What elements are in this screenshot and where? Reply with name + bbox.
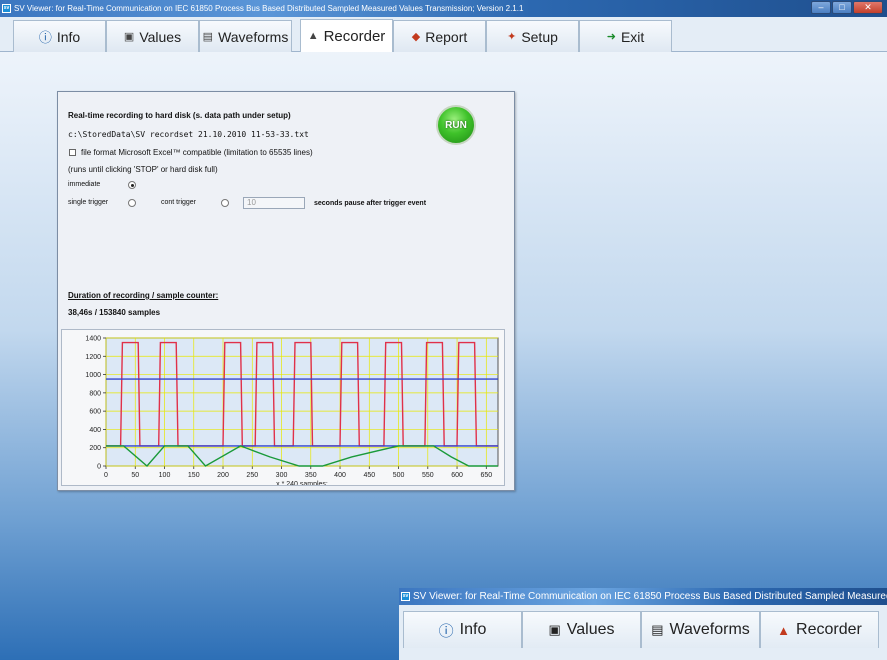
tab-label: Values: [139, 28, 182, 45]
immediate-label: immediate: [68, 181, 101, 188]
tab-info[interactable]: ⓘ Info: [13, 20, 106, 52]
tab-label: Info: [56, 28, 81, 45]
single-trigger-label: single trigger: [68, 199, 109, 206]
second-window-title: SV Viewer: for Real-Time Communication o…: [413, 591, 887, 602]
y-tick-label: 0: [97, 464, 101, 471]
recorder-icon: ▲: [777, 622, 791, 638]
y-tick-label: 200: [89, 445, 101, 452]
x-tick-label: 250: [246, 472, 258, 479]
recorder-icon: ▲: [307, 30, 319, 42]
recorder-heading: Real-time recording to hard disk (s. dat…: [68, 111, 291, 120]
x-tick-label: 400: [334, 472, 346, 479]
window-controls: – □ ✕: [811, 1, 883, 14]
duration-value: 38,46s / 153840 samples: [68, 308, 161, 317]
tab-recorder[interactable]: ▲ Recorder: [300, 19, 393, 52]
stop-note: (runs until clicking 'STOP' or hard disk…: [68, 165, 218, 174]
values-icon: ▣: [123, 31, 135, 43]
x-tick-label: 50: [131, 472, 139, 479]
second-window-tab-bar: ⓘ Info ▣ Values ▤ Waveforms ▲ Recorder: [399, 605, 887, 660]
tab-waveforms[interactable]: ▤ Waveforms: [199, 20, 292, 52]
tab-label: Exit: [620, 28, 645, 45]
second-window: sv SV Viewer: for Real-Time Communicatio…: [399, 588, 887, 660]
x-tick-label: 200: [217, 472, 229, 479]
info-icon: ⓘ: [38, 30, 52, 45]
x-tick-label: 300: [276, 472, 288, 479]
tab-label: Recorder: [796, 621, 862, 638]
run-button[interactable]: RUN: [436, 105, 476, 145]
waveforms-icon: ▤: [651, 622, 664, 637]
x-tick-label: 450: [363, 472, 375, 479]
excel-format-label: file format Microsoft Excel™ compatible …: [81, 148, 313, 157]
maximize-button[interactable]: □: [832, 1, 852, 14]
duration-heading: Duration of recording / sample counter:: [68, 291, 219, 300]
tab-info[interactable]: ⓘ Info: [403, 611, 522, 648]
close-button[interactable]: ✕: [853, 1, 883, 14]
y-tick-label: 1400: [85, 336, 101, 343]
minimize-button[interactable]: –: [811, 1, 831, 14]
tab-label: Values: [566, 621, 615, 638]
tab-label: Setup: [521, 28, 558, 45]
x-tick-label: 350: [305, 472, 317, 479]
x-tick-label: 150: [188, 472, 200, 479]
pause-seconds-input[interactable]: 10: [243, 197, 305, 209]
tab-report[interactable]: ◆ Report: [393, 20, 486, 52]
recording-chart-frame: 0 50 100 150 200 250 300 350 400 450 500 550 600 650 0…: [61, 329, 505, 488]
recording-chart: 0 50 100 150 200 250 300 350 400 450 500 550 600 650 0…: [85, 336, 499, 488]
main-tab-bar: ⓘ Info ▣ Values ▤ Waveforms ▲ Recorder ◆…: [0, 17, 887, 52]
setup-icon: ✦: [507, 31, 517, 43]
tab-label: Waveforms: [669, 621, 750, 638]
x-tick-label: 0: [104, 472, 108, 479]
file-path: c:\StoredData\SV recordset 21.10.2010 11…: [68, 130, 309, 139]
pause-suffix: seconds pause after trigger event: [314, 200, 427, 207]
window-titlebar: sv SV Viewer: for Real-Time Communicatio…: [0, 0, 887, 17]
exit-icon: ➜: [606, 31, 616, 43]
waveforms-icon: ▤: [202, 31, 214, 43]
recorder-panel: Real-time recording to hard disk (s. dat…: [57, 91, 515, 491]
single-trigger-radio[interactable]: [128, 199, 136, 207]
y-tick-label: 600: [89, 409, 101, 416]
tab-label: Waveforms: [218, 28, 289, 45]
x-tick-label: 650: [480, 472, 492, 479]
cont-trigger-radio[interactable]: [221, 199, 229, 207]
tab-recorder[interactable]: ▲ Recorder: [760, 611, 879, 648]
y-tick-label: 1200: [85, 354, 101, 361]
x-axis-label: x * 240 samples:: [276, 481, 328, 485]
x-tick-label: 600: [451, 472, 463, 479]
window-title: SV Viewer: for Real-Time Communication o…: [14, 4, 524, 13]
report-icon: ◆: [411, 31, 421, 43]
tab-waveforms[interactable]: ▤ Waveforms: [641, 611, 760, 648]
app-icon: sv: [401, 592, 410, 601]
tab-label: Report: [425, 28, 468, 45]
x-tick-label: 100: [159, 472, 171, 479]
app-icon: sv: [2, 4, 11, 13]
info-icon: ⓘ: [438, 622, 454, 640]
values-icon: ▣: [548, 622, 561, 637]
y-tick-label: 800: [89, 390, 101, 397]
y-tick-label: 1000: [85, 372, 101, 379]
second-window-titlebar: sv SV Viewer: for Real-Time Communicatio…: [399, 588, 887, 605]
y-tick-label: 400: [89, 427, 101, 434]
tab-setup[interactable]: ✦ Setup: [486, 20, 579, 52]
tab-values[interactable]: ▣ Values: [106, 20, 199, 52]
tab-label: Recorder: [323, 27, 386, 45]
cont-trigger-label: cont trigger: [161, 199, 197, 206]
tab-values[interactable]: ▣ Values: [522, 611, 641, 648]
x-tick-label: 550: [422, 472, 434, 479]
x-tick-label: 500: [393, 472, 405, 479]
excel-format-checkbox[interactable]: [69, 149, 76, 156]
tab-label: Info: [459, 621, 487, 638]
immediate-radio[interactable]: [128, 181, 136, 189]
tab-exit[interactable]: ➜ Exit: [579, 20, 672, 52]
